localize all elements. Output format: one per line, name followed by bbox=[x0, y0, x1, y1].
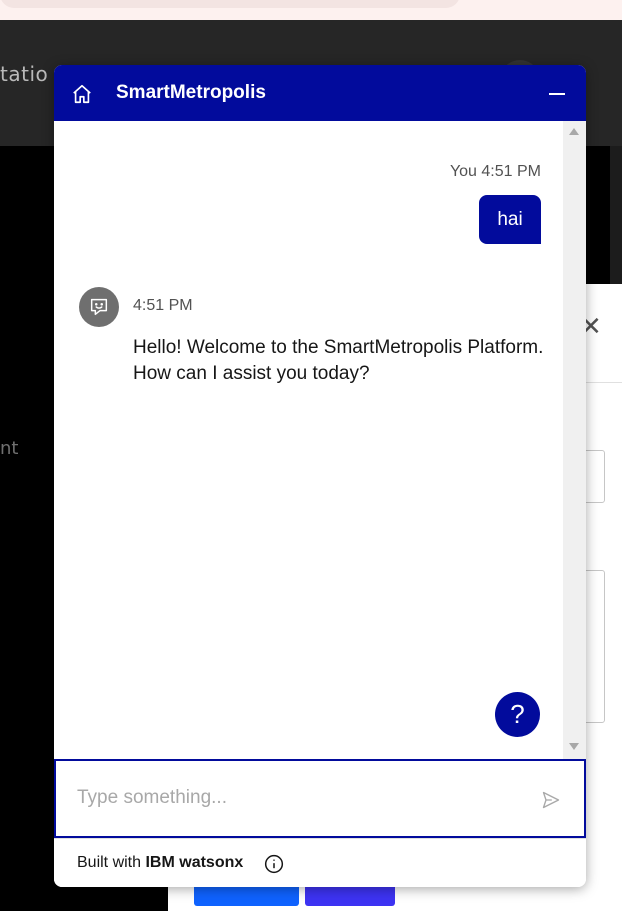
chat-title: SmartMetropolis bbox=[116, 82, 266, 103]
chat-header: SmartMetropolis bbox=[54, 65, 586, 121]
bot-message-text: Hello! Welcome to the SmartMetropolis Pl… bbox=[133, 337, 544, 384]
user-message-bubble: hai bbox=[479, 195, 541, 244]
user-message-sender: You bbox=[449, 163, 477, 180]
background-right-strip bbox=[610, 146, 622, 286]
send-icon bbox=[542, 791, 560, 809]
footer-text: Built with IBM watsonx bbox=[77, 854, 243, 872]
background-nav-text: tatio bbox=[0, 62, 49, 86]
home-icon bbox=[73, 84, 91, 104]
home-button[interactable] bbox=[68, 80, 96, 108]
user-message-meta: You 4:51 PM bbox=[450, 163, 541, 181]
message-list: You 4:51 PM hai 4:51 PM Hello! Welcome t… bbox=[54, 121, 586, 759]
chat-input[interactable] bbox=[77, 778, 517, 818]
background-search-pill bbox=[0, 0, 460, 8]
bot-message-time: 4:51 PM bbox=[133, 297, 193, 314]
background-side-text: nt bbox=[0, 438, 19, 459]
info-icon bbox=[264, 854, 284, 874]
scroll-down-arrow-icon[interactable] bbox=[569, 743, 579, 750]
user-message-time: 4:51 PM bbox=[481, 163, 541, 180]
chat-footer: Built with IBM watsonx bbox=[54, 838, 586, 887]
help-button[interactable]: ? bbox=[495, 692, 540, 737]
footer-brand: IBM watsonx bbox=[145, 854, 244, 871]
message-scrollbar[interactable] bbox=[563, 121, 586, 759]
bot-avatar-icon bbox=[90, 298, 108, 316]
chat-input-container bbox=[54, 759, 586, 838]
user-message-text: hai bbox=[497, 208, 523, 230]
send-button[interactable] bbox=[539, 788, 563, 812]
chat-widget: SmartMetropolis You 4:51 PM hai 4:51 PM … bbox=[54, 65, 586, 887]
bot-avatar bbox=[79, 287, 119, 327]
scroll-up-arrow-icon[interactable] bbox=[569, 128, 579, 135]
minimize-button[interactable] bbox=[542, 81, 572, 107]
minimize-icon bbox=[549, 93, 565, 95]
footer-prefix: Built with bbox=[77, 854, 146, 871]
info-button[interactable] bbox=[263, 853, 285, 875]
help-icon: ? bbox=[510, 699, 525, 729]
